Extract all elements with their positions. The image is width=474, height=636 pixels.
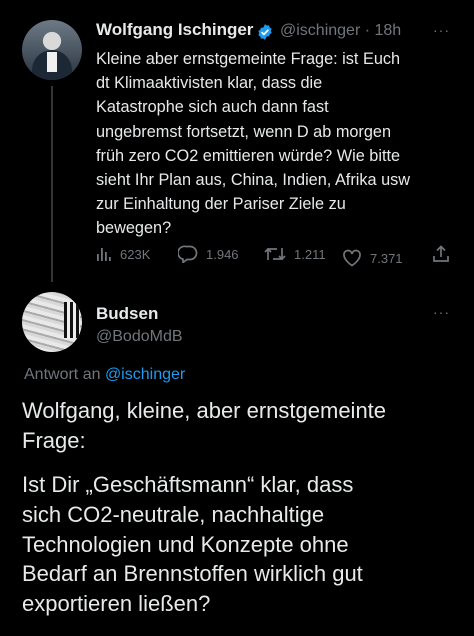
reply-action[interactable]: 1.946 xyxy=(178,240,239,268)
reply-to-mention[interactable]: @ischinger xyxy=(105,366,185,383)
more-icon[interactable]: ··· xyxy=(433,304,450,320)
reply-to-prefix: Antwort an xyxy=(24,366,101,383)
tweet-text-paragraph: Wolfgang, kleine, aber ernstgemeinte Fra… xyxy=(22,398,387,453)
avatar-shirt xyxy=(47,52,57,72)
author-name[interactable]: Budsen xyxy=(96,304,158,324)
views-icon xyxy=(97,248,111,261)
reply-count: 1.946 xyxy=(206,246,239,262)
retweet-icon xyxy=(264,247,286,261)
author-handle-time: @ischinger · 18h xyxy=(280,22,402,39)
views-count: 623K xyxy=(120,246,151,262)
tweet-actions: 623K 1.946 1.211 7.371 xyxy=(96,240,456,270)
thread-connector-line xyxy=(51,86,53,282)
retweet-count: 1.211 xyxy=(294,246,326,262)
share-icon xyxy=(433,245,449,262)
avatar-ischinger[interactable] xyxy=(22,20,82,80)
like-action[interactable]: 7.371 xyxy=(342,244,403,272)
tweet-text: Kleine aber ernstgemeinte Frage: ist Euc… xyxy=(96,50,411,238)
author-handle: @BodoMdB xyxy=(96,328,183,345)
like-icon xyxy=(343,249,361,267)
views-action[interactable]: 623K xyxy=(96,240,150,268)
avatar-stripe-pattern xyxy=(64,302,80,338)
like-count: 7.371 xyxy=(370,250,403,266)
more-icon[interactable]: ··· xyxy=(433,22,450,38)
reply-icon xyxy=(178,245,198,263)
author-name[interactable]: Wolfgang Ischinger xyxy=(96,20,253,40)
verified-badge-icon xyxy=(258,24,272,40)
reply-to-line: Antwort an @ischinger xyxy=(24,366,185,384)
retweet-action[interactable]: 1.211 xyxy=(264,240,326,268)
avatar-budsen[interactable] xyxy=(22,292,82,352)
tweet-text-paragraph: Ist Dir „Geschäftsmann“ klar, dass sich … xyxy=(22,472,363,617)
share-action[interactable] xyxy=(432,240,458,268)
